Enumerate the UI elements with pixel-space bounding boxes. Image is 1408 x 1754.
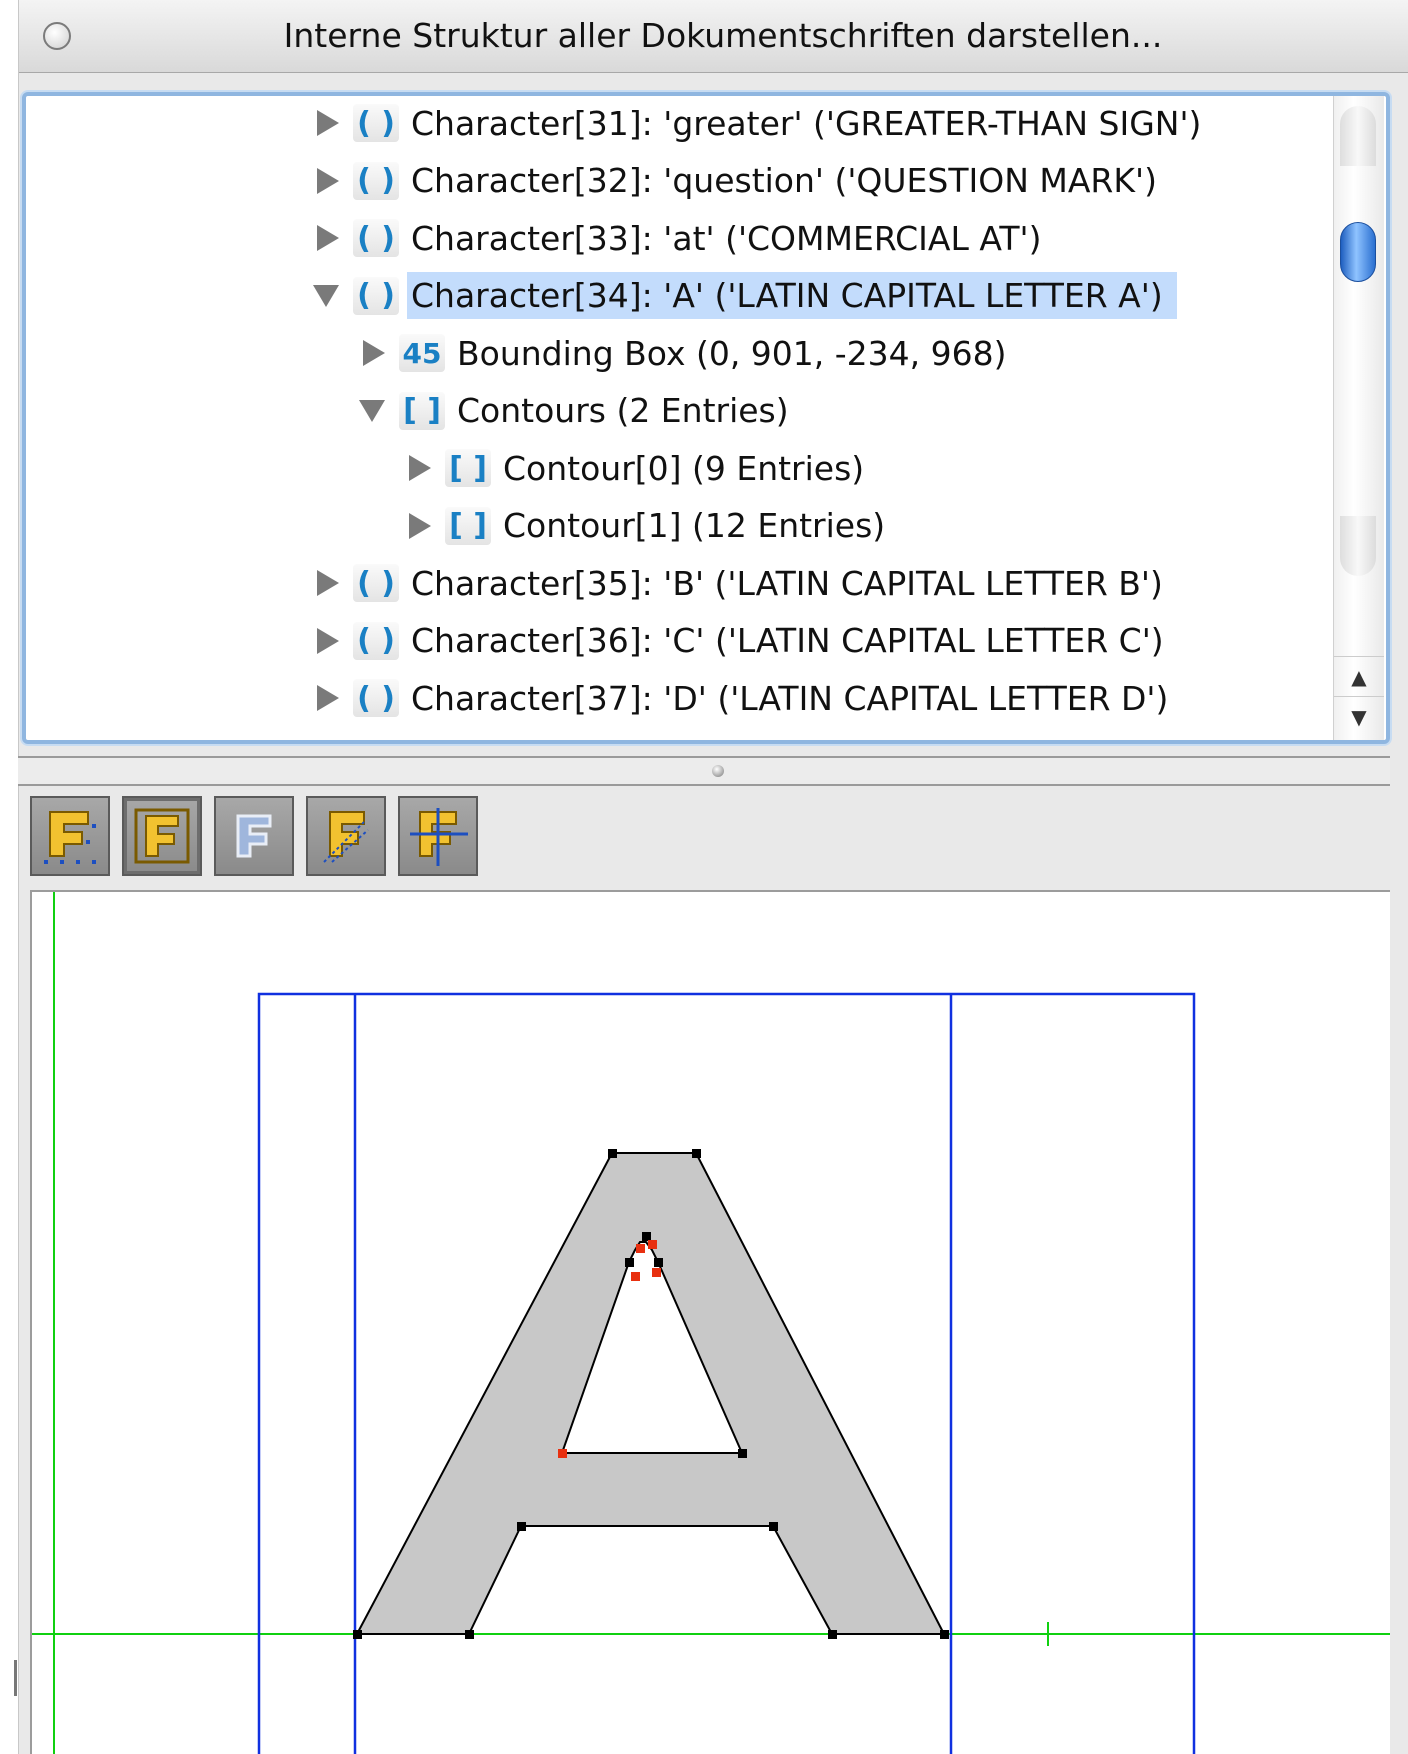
dictionary-icon: ( ) <box>353 679 399 717</box>
disclosure-triangle-right-icon[interactable] <box>317 570 339 596</box>
show-outline-toggle[interactable] <box>214 796 294 876</box>
tree-row-label: Character[32]: 'question' ('QUESTION MAR… <box>411 161 1157 200</box>
tree-row[interactable]: [ ] Contours (2 Entries) <box>359 386 803 436</box>
tree-row-label: Character[35]: 'B' ('LATIN CAPITAL LETTE… <box>411 563 1163 603</box>
disclosure-triangle-down-icon[interactable] <box>313 284 339 307</box>
point <box>940 1630 949 1639</box>
dictionary-icon: ( ) <box>353 621 399 660</box>
tree-row[interactable]: [ ] Contour[0] (9 Entries) <box>405 443 878 493</box>
show-points-toggle[interactable] <box>30 796 110 876</box>
point <box>465 1630 474 1639</box>
disclosure-triangle-right-icon[interactable] <box>409 512 431 539</box>
disclosure-triangle-right-icon[interactable] <box>317 685 339 711</box>
tree-row[interactable]: ( ) Character[33]: 'at' ('COMMERCIAL AT') <box>313 213 1055 263</box>
f-filled-icon <box>134 808 190 864</box>
structure-tree: ( ) Character[31]: 'greater' ('GREATER-TH… <box>26 96 1326 740</box>
structure-tree-panel: ( ) Character[31]: 'greater' ('GREATER-TH… <box>22 92 1390 744</box>
disclosure-triangle-right-icon[interactable] <box>317 225 339 251</box>
glyph-canvas[interactable] <box>30 890 1390 1754</box>
point <box>692 1149 701 1158</box>
disclosure-triangle-right-icon[interactable] <box>317 110 339 136</box>
tree-row-label: Character[36]: 'C' ('LATIN CAPITAL LETTE… <box>411 621 1164 660</box>
f-metrics-icon <box>410 808 468 866</box>
point <box>608 1149 617 1158</box>
dictionary-icon: ( ) <box>353 161 399 200</box>
tree-row-label: Character[33]: 'at' ('COMMERCIAL AT') <box>411 218 1042 258</box>
disclosure-triangle-right-icon[interactable] <box>317 167 339 194</box>
point <box>558 1449 567 1458</box>
point <box>738 1449 747 1458</box>
point <box>642 1232 651 1241</box>
dictionary-icon: ( ) <box>353 219 399 257</box>
tree-row-label: Character[31]: 'greater' ('GREATER-THAN … <box>411 103 1202 143</box>
disclosure-triangle-right-icon[interactable] <box>409 455 431 481</box>
point <box>625 1258 634 1267</box>
tree-row[interactable]: ( ) Character[37]: 'D' ('LATIN CAPITAL LE… <box>313 673 1182 723</box>
number-icon: 45 <box>399 334 445 372</box>
glyph-outline-view[interactable] <box>32 892 1390 1754</box>
show-filled-toggle[interactable] <box>122 796 202 876</box>
point <box>636 1244 645 1253</box>
tree-row[interactable]: ( ) Character[36]: 'C' ('LATIN CAPITAL LE… <box>313 616 1178 666</box>
tree-row-label: Contour[0] (9 Entries) <box>503 448 865 488</box>
point <box>517 1522 526 1531</box>
tree-row[interactable]: ( ) Character[35]: 'B' ('LATIN CAPITAL LE… <box>313 558 1177 608</box>
title-bar[interactable]: Interne Struktur aller Dokumentschriften… <box>19 0 1408 73</box>
tree-row[interactable]: [ ] Contour[1] (12 Entries) <box>405 501 899 551</box>
disclosure-triangle-right-icon[interactable] <box>317 627 339 654</box>
f-control-points-icon <box>323 811 369 863</box>
tree-row-label: Character[37]: 'D' ('LATIN CAPITAL LETTE… <box>411 678 1169 718</box>
disclosure-triangle-right-icon[interactable] <box>363 340 385 366</box>
point <box>631 1272 640 1281</box>
tree-row[interactable]: 45 Bounding Box (0, 901, -234, 968) <box>359 328 1021 378</box>
vertical-scrollbar[interactable]: ▲ ▼ <box>1333 96 1384 740</box>
glyph-a-outline <box>355 1152 946 1635</box>
tree-row-label: Contours (2 Entries) <box>457 391 789 430</box>
f-points-icon <box>44 811 96 864</box>
dictionary-icon: ( ) <box>353 276 399 315</box>
disclosure-triangle-down-icon[interactable] <box>359 399 385 422</box>
divider-handle-icon[interactable] <box>712 765 724 777</box>
show-metrics-toggle[interactable] <box>398 796 478 876</box>
dictionary-icon: ( ) <box>353 104 399 142</box>
point <box>353 1630 362 1639</box>
scroll-down-arrow[interactable]: ▼ <box>1334 696 1384 737</box>
glyph-view-toolbar <box>30 796 478 882</box>
tree-row-label: Contour[1] (12 Entries) <box>503 506 886 545</box>
scroll-up-arrow[interactable]: ▲ <box>1334 656 1384 697</box>
window-title: Interne Struktur aller Dokumentschriften… <box>283 16 1163 55</box>
tree-row[interactable]: ( ) Character[32]: 'question' ('QUESTION … <box>313 156 1171 206</box>
point <box>648 1240 657 1249</box>
scroll-thumb[interactable] <box>1340 222 1376 282</box>
show-control-points-toggle[interactable] <box>306 796 386 876</box>
scroll-track-bottom[interactable] <box>1340 516 1376 576</box>
tree-row-label: Bounding Box (0, 901, -234, 968) <box>457 333 1007 373</box>
point <box>769 1522 778 1531</box>
array-icon: [ ] <box>445 449 491 487</box>
tree-row[interactable]: ( ) Character[31]: 'greater' ('GREATER-TH… <box>313 98 1215 148</box>
array-icon: [ ] <box>399 391 445 430</box>
tree-row-label: Character[34]: 'A' ('LATIN CAPITAL LETTE… <box>407 272 1177 319</box>
point <box>828 1630 837 1639</box>
scroll-track-top[interactable] <box>1340 106 1376 166</box>
point <box>654 1258 663 1267</box>
window-edge-mark <box>14 1660 17 1696</box>
f-outline-icon <box>236 814 272 858</box>
point <box>652 1268 661 1277</box>
tree-row[interactable]: ( ) Character[34]: 'A' ('LATIN CAPITAL LE… <box>313 271 1177 321</box>
split-view-divider[interactable] <box>18 756 1390 786</box>
array-icon: [ ] <box>445 506 491 545</box>
dictionary-icon: ( ) <box>353 564 399 602</box>
